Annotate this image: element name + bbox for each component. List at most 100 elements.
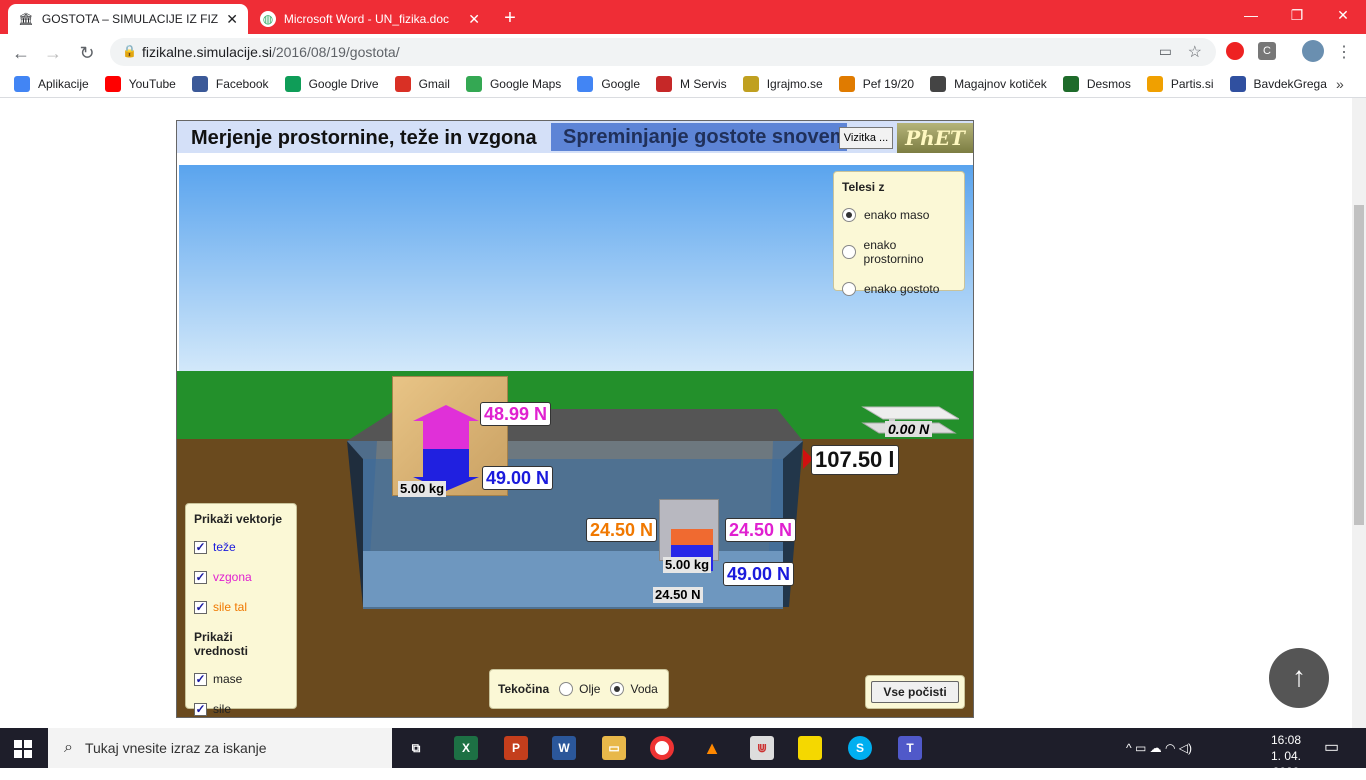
wood-buoyancy-value: 48.99 N [480,402,552,426]
tray-icons[interactable]: ^ ▭ ☁ ◠ ◁) [1126,728,1192,768]
close-tab-icon[interactable]: ✕ [468,11,480,28]
skype-icon[interactable]: S [848,736,872,760]
extension-c-icon[interactable]: C [1258,42,1276,60]
popcorn-icon[interactable]: ⋓ [750,736,774,760]
task-view-icon[interactable]: ⧉ [404,736,428,760]
radio-same-volume[interactable]: enako prostornino [842,238,956,266]
avatar[interactable] [1302,40,1324,62]
bookmark-youtube[interactable]: YouTube [104,75,176,92]
brick-weight-value: 49.00 N [723,562,795,586]
powerpoint-icon[interactable]: P [504,736,528,760]
fluid-title: Tekočina [498,682,550,696]
bookmark-m-servis[interactable]: M Servis [656,75,727,92]
shield-icon: ◍ [260,11,276,27]
windows-start-icon[interactable] [14,740,32,758]
vectors-panel: Prikaži vektorje ✓ teže ✓ vzgona ✓ sile tal… [185,503,297,716]
radio-dot[interactable] [610,682,625,696]
radio-water[interactable]: Voda [610,682,658,696]
word-icon[interactable]: W [552,736,576,760]
file-explorer-icon[interactable]: ▭ [602,736,626,760]
reset-all-button[interactable]: Vse počisti [871,681,959,703]
bookmark-favicon-icon [14,75,30,92]
buoyancy-arrow [423,419,469,449]
bookmark-google[interactable]: Google [577,75,640,92]
bookmark-favicon-icon [1146,75,1163,92]
menu-icon[interactable]: ⋮ [1334,42,1354,62]
browser-toolbar: ← → ↻ 🔒 fizikalne.simulacije.si/2016/08/… [0,34,1366,70]
tab-word[interactable]: ◍ Microsoft Word - UN_fizika.doc ✕ [250,4,490,34]
bookmark-magajnov-koti-ek[interactable]: Magajnov kotiček [930,75,1047,92]
bookmark-favicon-icon [1062,75,1079,92]
density-simulation: Merjenje prostornine, teže in vzgona Spr… [176,120,974,718]
forward-button[interactable]: → [40,40,66,66]
scroll-to-top-button[interactable]: ↑ [1269,648,1329,708]
water-volume-value: 107.50 l [811,445,899,475]
scrollbar-thumb[interactable] [1354,205,1364,525]
values-title: Prikaži vrednosti [194,630,249,658]
opera-extension-icon[interactable] [1226,42,1244,60]
tab-gostota[interactable]: 🏛 GOSTOTA – SIMULACIJE IZ FIZIKE ✕ [8,4,248,34]
reload-button[interactable]: ↻ [74,40,100,66]
back-button[interactable]: ← [8,40,34,66]
bookmark-facebook[interactable]: Facebook [191,75,269,92]
close-tab-icon[interactable]: ✕ [226,11,238,28]
radio-same-density[interactable]: enako gostoto [842,282,956,296]
browser-tab-strip: 🏛 GOSTOTA – SIMULACIJE IZ FIZIKE ✕ ◍ Mic… [0,0,1366,34]
normal-force-arrow [671,529,713,545]
checkbox-forces[interactable]: ✓ sile [194,702,288,716]
teams-icon[interactable]: T [898,736,922,760]
close-window-button[interactable]: ✕ [1320,4,1366,26]
reset-panel: Vse počisti [865,675,965,709]
bookmark-favicon-icon [191,75,208,92]
buoyancy-arrow-head [413,405,479,421]
radio-oil[interactable]: Olje [559,682,600,696]
bookmark-igrajmo-se[interactable]: Igrajmo.se [742,75,823,92]
bookmark-aplikacije[interactable]: Aplikacije [14,75,89,92]
cast-icon[interactable]: ▭ [1159,43,1172,60]
checkbox-normal[interactable]: ✓ sile tal [194,600,288,614]
bookmark-favicon-icon [1229,75,1246,92]
clock[interactable]: 16:08 1. 04. 2020 [1256,728,1316,779]
checkbox-buoyancy[interactable]: ✓ vzgona [194,570,288,584]
bookmarks-bar: Aplikacije YouTube Facebook Google Drive Gma… [0,70,1366,98]
more-bookmarks-icon[interactable]: » [1336,76,1344,92]
vlc-icon[interactable]: ▲ [700,736,724,760]
bookmark-desmos[interactable]: Desmos [1062,75,1131,92]
checkbox-weight[interactable]: ✓ teže [194,540,288,554]
wood-mass-label: 5.00 kg [398,481,447,497]
check-icon[interactable]: ✓ [194,600,207,614]
new-tab-button[interactable]: + [498,6,522,30]
url-text: fizikalne.simulacije.si/2016/08/19/gosto… [142,44,400,60]
bookmark-partis-si[interactable]: Partis.si [1146,75,1214,92]
radio-dot[interactable] [559,682,574,696]
radio-dot[interactable] [842,208,856,222]
bookmark-bavdekgrega[interactable]: BavdekGrega [1229,75,1327,92]
bookmark-gmail[interactable]: Gmail [394,75,450,92]
taskbar-search[interactable]: ⌕ Tukaj vnesite izraz za iskanje [48,728,392,768]
bookmark-google-drive[interactable]: Google Drive [284,75,379,92]
bookmark-pef-19-20[interactable]: Pef 19/20 [838,75,914,92]
minimize-button[interactable]: — [1228,4,1274,26]
radio-dot[interactable] [842,282,856,296]
check-icon[interactable]: ✓ [194,672,207,686]
sticky-notes-icon[interactable] [798,736,822,760]
excel-icon[interactable]: X [454,736,478,760]
tab-title: Microsoft Word - UN_fizika.doc [283,12,450,26]
check-icon[interactable]: ✓ [194,702,207,716]
brick-buoyancy-value: 24.50 N [725,518,797,542]
bookmark-google-maps[interactable]: Google Maps [465,75,561,92]
checkbox-mass[interactable]: ✓ mase [194,672,288,686]
restore-button[interactable]: ❐ [1274,4,1320,26]
radio-dot[interactable] [842,245,856,259]
address-bar[interactable]: 🔒 fizikalne.simulacije.si/2016/08/19/gos… [110,38,1216,66]
notifications-icon[interactable]: ▭ [1324,728,1339,768]
vectors-title: Prikaži vektorje [194,512,283,526]
search-placeholder: Tukaj vnesite izraz za iskanje [84,740,267,756]
check-icon[interactable]: ✓ [194,570,207,584]
bookmark-favicon-icon [838,75,855,92]
search-icon: ⌕ [64,739,73,756]
radio-same-mass[interactable]: enako maso [842,208,956,222]
star-icon[interactable]: ☆ [1188,42,1202,62]
check-icon[interactable]: ✓ [194,540,207,554]
chrome-icon[interactable] [650,736,674,760]
